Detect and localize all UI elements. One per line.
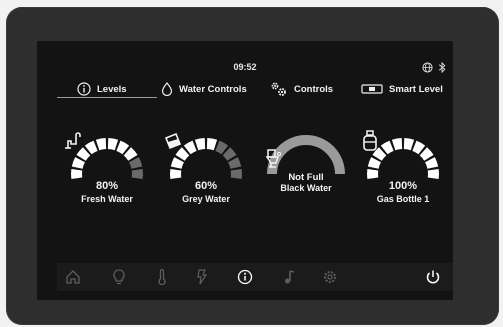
active-tab-indicator [57, 97, 157, 98]
screen: 09:52 Levels Water Controls Controls Sma… [37, 41, 453, 300]
home-icon [66, 270, 80, 284]
gears-icon [271, 82, 286, 96]
gauge-fresh-water[interactable]: 80% Fresh Water [62, 129, 152, 219]
gauge-segment [107, 138, 119, 151]
tab-bar: Levels Water Controls Controls Smart Lev… [37, 79, 453, 99]
bluetooth-icon[interactable] [438, 62, 446, 73]
status-bar: 09:52 [37, 62, 453, 74]
gauge-label: Gas Bottle 1 [376, 194, 430, 204]
nav-temperature[interactable] [152, 267, 172, 287]
tab-label: Water Controls [179, 83, 247, 95]
gauge-segment [403, 138, 415, 151]
gauge-value: 60% [194, 180, 218, 192]
gauge-label: Black Water [280, 183, 332, 193]
toilet-icon [265, 149, 282, 168]
gauge-value: 100% [388, 180, 418, 192]
gauge-segment [170, 168, 182, 180]
thermometer-icon [158, 269, 166, 285]
nav-music[interactable] [279, 267, 299, 287]
gauge-segment [206, 138, 218, 151]
gauge-grey-water[interactable]: 60% Grey Water [161, 129, 251, 219]
bulb-icon [113, 269, 125, 285]
gauge-label: Grey Water [182, 194, 230, 204]
settings-icon [324, 271, 336, 283]
nav-power-off[interactable] [423, 267, 443, 287]
tab-label: Smart Level [389, 83, 443, 95]
clock: 09:52 [233, 62, 257, 72]
bucket-icon [164, 132, 182, 150]
power-bolt-icon [197, 269, 208, 285]
gauge-segment [194, 138, 206, 151]
tab-water-controls[interactable]: Water Controls [161, 79, 247, 99]
tab-smart-level[interactable]: Smart Level [361, 79, 443, 99]
nav-power[interactable] [192, 267, 212, 287]
gauge-value: Not Full [288, 172, 324, 183]
gas-bottle-icon [363, 130, 377, 151]
gauge-black-water[interactable]: Not Full Black Water [261, 129, 351, 219]
gauge-segment [71, 168, 83, 180]
nav-home[interactable] [63, 267, 83, 287]
tab-controls[interactable]: Controls [270, 79, 333, 99]
bottom-nav-bar [57, 263, 453, 291]
nav-settings[interactable] [320, 267, 340, 287]
power-icon [426, 270, 440, 284]
gauge-segment [131, 168, 143, 180]
gauge-segment [391, 138, 403, 151]
globe-icon[interactable] [422, 62, 433, 73]
nav-info[interactable] [235, 267, 255, 287]
music-icon [285, 270, 295, 284]
info-icon [237, 269, 253, 285]
tap-icon [65, 132, 81, 149]
gauge-segment [427, 168, 439, 180]
level-icon [361, 84, 383, 94]
gauge-value: 80% [95, 180, 119, 192]
tab-levels[interactable]: Levels [77, 79, 127, 99]
gauge-segment [367, 168, 379, 180]
gauge-label: Fresh Water [81, 194, 133, 204]
tab-label: Levels [97, 83, 127, 95]
gauge-gas-bottle[interactable]: 100% Gas Bottle 1 [358, 129, 448, 219]
nav-lighting[interactable] [109, 267, 129, 287]
gauge-segment [230, 168, 242, 180]
water-drop-icon [161, 82, 173, 96]
gauge-segment [95, 138, 107, 151]
info-icon [77, 82, 91, 96]
tab-label: Controls [294, 83, 334, 95]
